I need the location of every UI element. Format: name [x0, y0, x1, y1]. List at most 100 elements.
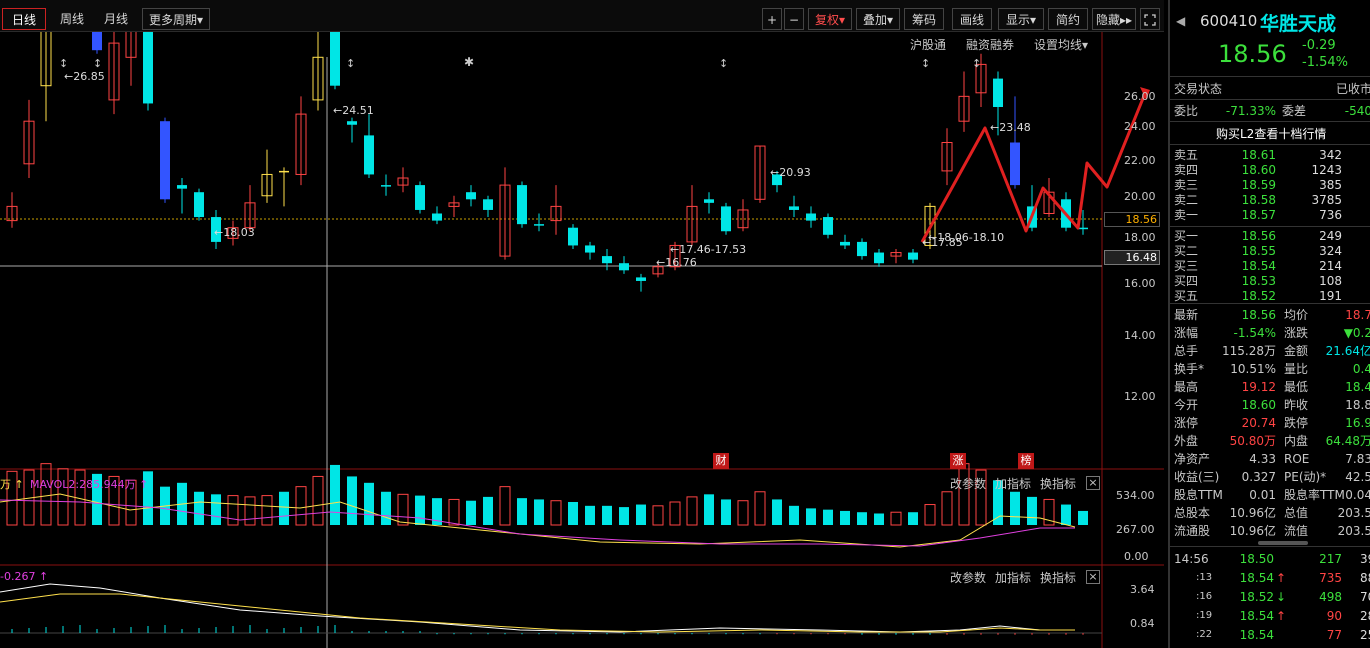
pin-marker: ↕ [346, 57, 355, 70]
candle-body [432, 213, 442, 221]
chevron-down-icon: ▾ [1029, 13, 1037, 27]
level-price: 18.61 [1241, 148, 1276, 162]
candle-body [1010, 142, 1020, 186]
vol-params-button[interactable]: 改参数 [950, 475, 986, 492]
sell-level-row[interactable]: 卖三 18.59 385 [1170, 178, 1370, 193]
stat-label: 流通股 [1174, 524, 1211, 538]
tab-day[interactable]: 日线 [2, 8, 46, 30]
stat-value: 203.5 [1337, 524, 1370, 538]
stat-label: 昨收 [1284, 398, 1309, 412]
tick-price: 18.54 [1239, 571, 1274, 585]
tick-volume: 77 [1326, 628, 1342, 642]
level-volume: 191 [1319, 289, 1342, 303]
tick-time: :22 [1196, 629, 1213, 640]
volume-bar [330, 464, 340, 525]
buy-level-row[interactable]: 买四 18.53 108 [1170, 274, 1370, 289]
stats-row: 最新 18.56 均价 18.7 [1170, 306, 1370, 324]
volume-bar [619, 507, 629, 525]
more-period-dropdown[interactable]: 更多周期▾ [142, 8, 210, 30]
stat-label: 跌停 [1284, 416, 1309, 430]
sell-level-row[interactable]: 卖二 18.58 3785 [1170, 193, 1370, 208]
macd-axis-top: 3.64 [1130, 583, 1155, 596]
vol-switch-indicator-button[interactable]: 换指标 [1040, 475, 1076, 492]
macd-add-indicator-button[interactable]: 加指标 [995, 569, 1031, 586]
level-volume: 108 [1319, 274, 1342, 288]
stat-value: 18.4 [1345, 380, 1370, 394]
volume-bar [312, 475, 324, 526]
buy-level-row[interactable]: 买二 18.55 324 [1170, 244, 1370, 259]
chips-button[interactable]: 筹码 [904, 8, 944, 30]
zoom-out-button[interactable]: − [784, 8, 804, 30]
stat-label: 总股本 [1174, 506, 1211, 520]
candle-body [364, 135, 374, 175]
buy-level-row[interactable]: 买五 18.52 191 [1170, 289, 1370, 304]
stat-label: 股息TTM [1174, 488, 1223, 502]
event-mark-cai[interactable]: 财 [713, 453, 729, 469]
buy-level-row[interactable]: 买一 18.56 249 [1170, 229, 1370, 244]
volume-bar [789, 505, 799, 525]
volume-bar [397, 493, 409, 526]
simple-button[interactable]: 简约 [1048, 8, 1088, 30]
volume-bar [517, 498, 527, 525]
macd-switch-indicator-button[interactable]: 换指标 [1040, 569, 1076, 586]
tab-week[interactable]: 周线 [52, 8, 92, 30]
candle-body [568, 227, 578, 246]
back-icon[interactable]: ◀ [1176, 14, 1185, 28]
stat-label: 流值 [1284, 524, 1309, 538]
level-volume: 324 [1319, 244, 1342, 258]
hgt-link[interactable]: 沪股通 [910, 36, 946, 53]
stat-label: 总手 [1174, 344, 1199, 358]
volume-bar [295, 486, 307, 526]
vol-add-indicator-button[interactable]: 加指标 [995, 475, 1031, 492]
tab-month[interactable]: 月线 [96, 8, 136, 30]
stats-row: 股息TTM 0.01 股息率TTM 0.04 [1170, 486, 1370, 504]
level-volume: 3785 [1311, 193, 1342, 207]
hide-button[interactable]: 隐藏▸▸ [1092, 8, 1136, 30]
buy-level-row[interactable]: 买三 18.54 214 [1170, 259, 1370, 274]
display-dropdown[interactable]: 显示▾ [998, 8, 1044, 30]
level-price: 18.59 [1241, 178, 1276, 192]
stats-row: 总手 115.28万 金额 21.64亿 [1170, 342, 1370, 360]
level-label: 卖二 [1174, 193, 1199, 207]
panel-resize-handle[interactable] [1258, 541, 1308, 545]
margin-link[interactable]: 融资融券 [966, 36, 1014, 53]
stat-value: 21.64亿 [1325, 344, 1370, 358]
stat-value: 16.9 [1345, 416, 1370, 430]
sell-level-row[interactable]: 卖一 18.57 736 [1170, 208, 1370, 223]
sell-level-row[interactable]: 卖四 18.60 1243 [1170, 163, 1370, 178]
stat-label: 最低 [1284, 380, 1309, 394]
stat-label: 最新 [1174, 308, 1199, 322]
draw-button[interactable]: 画线 [952, 8, 992, 30]
macd-params-button[interactable]: 改参数 [950, 569, 986, 586]
tick-count: 70 [1360, 590, 1370, 604]
event-mark-bang[interactable]: 榜 [1018, 453, 1034, 469]
volume-bar [908, 512, 918, 525]
pin-marker: ↕ [719, 57, 728, 70]
annot-range2: ←18.06-18.10 [928, 231, 1005, 244]
event-mark-zhang[interactable]: 涨 [950, 453, 966, 469]
weibi-row: 委比 -71.33% 委差 -540 [1170, 102, 1370, 120]
divider [1170, 546, 1370, 547]
stat-label: 换手* [1174, 362, 1205, 376]
overlay-dropdown[interactable]: 叠加▾ [856, 8, 900, 30]
stat-value: 10.96亿 [1229, 524, 1276, 538]
price-axis-tick: 14.00 [1124, 329, 1156, 342]
tick-time: :13 [1196, 572, 1213, 583]
kline-chart-area[interactable]: ↕ ↕ ↕ ↕ ↕ ↕ ✱ 沪股通 融资融券 设置均线▾ 26.00 24.00 22.00 20… [0, 32, 1164, 648]
sell-level-row[interactable]: 卖五 18.61 342 [1170, 148, 1370, 163]
zoom-in-button[interactable]: + [762, 8, 782, 30]
fullscreen-icon[interactable] [1140, 8, 1160, 30]
stat-label: 净资产 [1174, 452, 1211, 466]
vol-axis-top: 534.00 [1116, 489, 1155, 502]
tick-volume: 90 [1326, 609, 1342, 623]
mavol2-label: MAVOL2:285.944万 ↑ [30, 478, 149, 491]
vol-close-icon[interactable]: × [1086, 476, 1100, 490]
volume-bar [686, 496, 698, 526]
macd-close-icon[interactable]: × [1086, 570, 1100, 584]
stat-label: 均价 [1284, 308, 1309, 322]
ma-settings-dropdown[interactable]: 设置均线▾ [1034, 36, 1088, 53]
l2-purchase-link[interactable]: 购买L2查看十档行情 [1216, 125, 1326, 142]
level-label: 卖三 [1174, 178, 1199, 192]
fq-dropdown[interactable]: 复权▾ [808, 8, 852, 30]
price-axis-tick: 26.00 [1124, 90, 1156, 103]
